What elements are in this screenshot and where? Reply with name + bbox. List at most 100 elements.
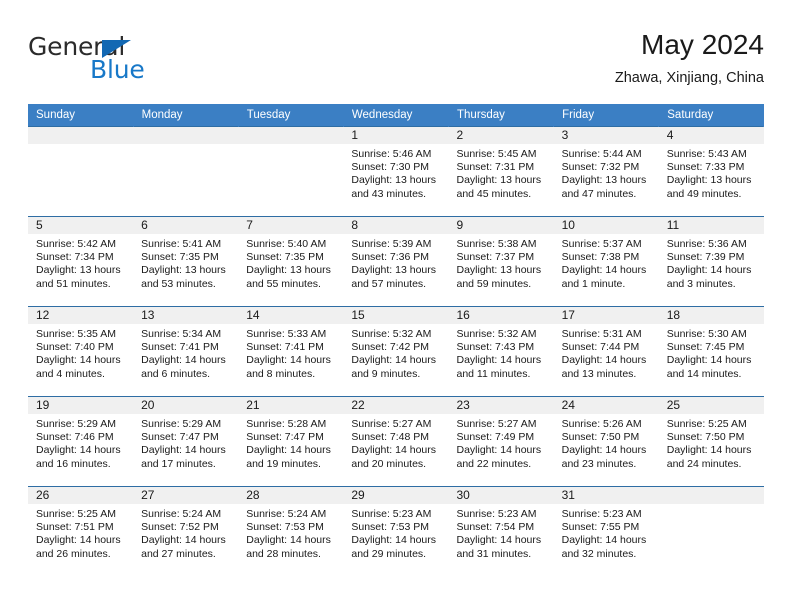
- calendar-day-cell[interactable]: 31 Sunrise: 5:23 AM Sunset: 7:55 PM Dayligh…: [553, 486, 659, 577]
- daylight-duration-hours: Daylight: 14 hours: [561, 354, 647, 367]
- calendar-day-cell[interactable]: 15 Sunrise: 5:32 AM Sunset: 7:42 PM Dayligh…: [343, 306, 449, 397]
- daylight-duration-minutes: and 6 minutes.: [141, 367, 211, 380]
- calendar-day-cell[interactable]: 13 Sunrise: 5:34 AM Sunset: 7:41 PM Dayligh…: [133, 306, 239, 397]
- calendar-day-cell[interactable]: 11 Sunrise: 5:36 AM Sunset: 7:39 PM Dayligh…: [658, 216, 764, 307]
- sunset-time: Sunset: 7:35 PM: [141, 251, 219, 264]
- sunrise-time: Sunrise: 5:43 AM: [666, 148, 747, 160]
- daylight-duration-hours: Daylight: 14 hours: [456, 534, 542, 547]
- daylight-duration-minutes: and 17 minutes.: [141, 457, 216, 470]
- calendar-day-cell[interactable]: 4 Sunrise: 5:43 AM Sunset: 7:33 PM Daylight…: [658, 126, 764, 217]
- calendar-week-row: 12 Sunrise: 5:35 AM Sunset: 7:40 PM Dayligh…: [28, 306, 764, 397]
- daylight-duration-minutes: and 45 minutes.: [456, 187, 532, 200]
- day-details: Sunrise: 5:44 AM Sunset: 7:32 PM Daylight:…: [554, 144, 659, 201]
- calendar-day-cell[interactable]: 3 Sunrise: 5:44 AM Sunset: 7:32 PM Daylight…: [553, 126, 659, 217]
- day-details: Sunrise: 5:37 AM Sunset: 7:38 PM Daylight:…: [554, 234, 659, 291]
- calendar-day-cell[interactable]: 25 Sunrise: 5:25 AM Sunset: 7:50 PM Dayligh…: [658, 396, 764, 487]
- calendar-day-cell[interactable]: 20 Sunrise: 5:29 AM Sunset: 7:47 PM Dayligh…: [133, 396, 239, 487]
- calendar-day-cell[interactable]: 1 Sunrise: 5:46 AM Sunset: 7:30 PM Daylight…: [343, 126, 449, 217]
- calendar-day-cell[interactable]: 30 Sunrise: 5:23 AM Sunset: 7:54 PM Dayligh…: [448, 486, 554, 577]
- daylight-duration-hours: Daylight: 13 hours: [351, 264, 437, 277]
- sunset-time: Sunset: 7:39 PM: [666, 251, 745, 264]
- daylight-duration-minutes: and 27 minutes.: [141, 547, 216, 560]
- day-details: Sunrise: 5:35 AM Sunset: 7:40 PM Daylight:…: [28, 324, 133, 381]
- calendar-day-cell[interactable]: 8 Sunrise: 5:39 AM Sunset: 7:36 PM Daylight…: [343, 216, 449, 307]
- daylight-duration-hours: Daylight: 14 hours: [141, 534, 226, 547]
- sunrise-time: Sunrise: 5:40 AM: [246, 238, 327, 250]
- sunrise-time: Sunrise: 5:39 AM: [351, 238, 432, 250]
- sunset-time: Sunset: 7:34 PM: [36, 251, 114, 264]
- weekday-header-thursday: Thursday: [448, 104, 555, 127]
- daylight-duration-hours: Daylight: 14 hours: [561, 444, 647, 457]
- calendar-week-row: 19 Sunrise: 5:29 AM Sunset: 7:46 PM Dayligh…: [28, 396, 764, 487]
- sunset-time: Sunset: 7:53 PM: [351, 521, 430, 534]
- calendar-empty-cell: [238, 126, 344, 217]
- sunset-time: Sunset: 7:47 PM: [141, 431, 219, 444]
- daylight-duration-hours: Daylight: 14 hours: [666, 354, 752, 367]
- sunset-time: Sunset: 7:30 PM: [351, 161, 430, 174]
- calendar-day-cell[interactable]: 12 Sunrise: 5:35 AM Sunset: 7:40 PM Dayligh…: [28, 306, 134, 397]
- sunset-time: Sunset: 7:44 PM: [561, 341, 640, 354]
- calendar-day-cell[interactable]: 28 Sunrise: 5:24 AM Sunset: 7:53 PM Dayligh…: [238, 486, 344, 577]
- title-block: May 2024 Zhawa, Xinjiang, China: [615, 28, 764, 87]
- calendar-day-cell[interactable]: 29 Sunrise: 5:23 AM Sunset: 7:53 PM Dayligh…: [343, 486, 449, 577]
- sunrise-time: Sunrise: 5:26 AM: [561, 418, 642, 430]
- calendar-day-cell[interactable]: 5 Sunrise: 5:42 AM Sunset: 7:34 PM Daylight…: [28, 216, 134, 307]
- sunrise-time: Sunrise: 5:28 AM: [246, 418, 327, 430]
- daylight-duration-hours: Daylight: 14 hours: [246, 354, 331, 367]
- calendar-week-row: 1 Sunrise: 5:46 AM Sunset: 7:30 PM Daylight…: [28, 126, 764, 217]
- daylight-duration-minutes: and 14 minutes.: [666, 367, 742, 380]
- calendar-day-cell[interactable]: 14 Sunrise: 5:33 AM Sunset: 7:41 PM Dayligh…: [238, 306, 344, 397]
- daylight-duration-hours: Daylight: 14 hours: [351, 354, 437, 367]
- calendar-day-cell[interactable]: 24 Sunrise: 5:26 AM Sunset: 7:50 PM Dayligh…: [553, 396, 659, 487]
- day-details: Sunrise: 5:40 AM Sunset: 7:35 PM Daylight:…: [238, 234, 343, 291]
- daylight-duration-minutes: and 22 minutes.: [456, 457, 532, 470]
- sunrise-time: Sunrise: 5:34 AM: [141, 328, 222, 340]
- day-number: 23: [448, 397, 554, 414]
- calendar-day-cell[interactable]: 26 Sunrise: 5:25 AM Sunset: 7:51 PM Dayligh…: [28, 486, 134, 577]
- calendar-day-cell[interactable]: 9 Sunrise: 5:38 AM Sunset: 7:37 PM Daylight…: [448, 216, 554, 307]
- sunrise-time: Sunrise: 5:38 AM: [456, 238, 537, 250]
- sunset-time: Sunset: 7:43 PM: [456, 341, 535, 354]
- daylight-duration-hours: Daylight: 13 hours: [666, 174, 752, 187]
- calendar-day-cell[interactable]: 27 Sunrise: 5:24 AM Sunset: 7:52 PM Dayligh…: [133, 486, 239, 577]
- general-blue-logo[interactable]: General Blue: [28, 32, 228, 90]
- day-details: Sunrise: 5:43 AM Sunset: 7:33 PM Daylight:…: [659, 144, 764, 201]
- calendar-day-cell[interactable]: 6 Sunrise: 5:41 AM Sunset: 7:35 PM Daylight…: [133, 216, 239, 307]
- daylight-duration-hours: Daylight: 14 hours: [141, 444, 226, 457]
- sunset-time: Sunset: 7:33 PM: [666, 161, 745, 174]
- sunrise-time: Sunrise: 5:25 AM: [666, 418, 747, 430]
- day-details: Sunrise: 5:27 AM Sunset: 7:48 PM Daylight:…: [343, 414, 448, 471]
- daylight-duration-minutes: and 13 minutes.: [561, 367, 637, 380]
- sunset-time: Sunset: 7:37 PM: [456, 251, 535, 264]
- sunset-time: Sunset: 7:49 PM: [456, 431, 535, 444]
- day-number: 12: [28, 307, 134, 324]
- calendar-day-cell[interactable]: 23 Sunrise: 5:27 AM Sunset: 7:49 PM Dayligh…: [448, 396, 554, 487]
- daylight-duration-hours: Daylight: 14 hours: [246, 534, 331, 547]
- page-header: General Blue May 2024 Zhawa, Xinjiang, C…: [28, 28, 764, 96]
- calendar-day-cell[interactable]: 16 Sunrise: 5:32 AM Sunset: 7:43 PM Dayligh…: [448, 306, 554, 397]
- sunset-time: Sunset: 7:50 PM: [666, 431, 745, 444]
- calendar-day-cell[interactable]: 17 Sunrise: 5:31 AM Sunset: 7:44 PM Dayligh…: [553, 306, 659, 397]
- day-details: Sunrise: 5:34 AM Sunset: 7:41 PM Daylight:…: [133, 324, 238, 381]
- day-number: 8: [343, 217, 449, 234]
- calendar-day-cell[interactable]: 7 Sunrise: 5:40 AM Sunset: 7:35 PM Daylight…: [238, 216, 344, 307]
- calendar-day-cell[interactable]: 2 Sunrise: 5:45 AM Sunset: 7:31 PM Daylight…: [448, 126, 554, 217]
- day-number: 15: [343, 307, 449, 324]
- daylight-duration-hours: Daylight: 14 hours: [666, 264, 752, 277]
- calendar-day-cell[interactable]: 21 Sunrise: 5:28 AM Sunset: 7:47 PM Dayligh…: [238, 396, 344, 487]
- daylight-duration-hours: Daylight: 14 hours: [561, 534, 647, 547]
- calendar-day-cell[interactable]: 22 Sunrise: 5:27 AM Sunset: 7:48 PM Dayligh…: [343, 396, 449, 487]
- sunrise-time: Sunrise: 5:46 AM: [351, 148, 432, 160]
- daylight-duration-hours: Daylight: 14 hours: [36, 444, 121, 457]
- calendar-day-cell[interactable]: 18 Sunrise: 5:30 AM Sunset: 7:45 PM Dayligh…: [658, 306, 764, 397]
- day-number: [238, 127, 344, 144]
- daylight-duration-hours: Daylight: 13 hours: [456, 264, 542, 277]
- sunset-time: Sunset: 7:36 PM: [351, 251, 430, 264]
- sunset-time: Sunset: 7:55 PM: [561, 521, 640, 534]
- day-details: Sunrise: 5:32 AM Sunset: 7:42 PM Daylight:…: [343, 324, 448, 381]
- day-number: 28: [238, 487, 344, 504]
- calendar-day-cell[interactable]: 19 Sunrise: 5:29 AM Sunset: 7:46 PM Dayligh…: [28, 396, 134, 487]
- calendar-day-cell[interactable]: 10 Sunrise: 5:37 AM Sunset: 7:38 PM Dayligh…: [553, 216, 659, 307]
- sunrise-time: Sunrise: 5:32 AM: [351, 328, 432, 340]
- sunrise-time: Sunrise: 5:45 AM: [456, 148, 537, 160]
